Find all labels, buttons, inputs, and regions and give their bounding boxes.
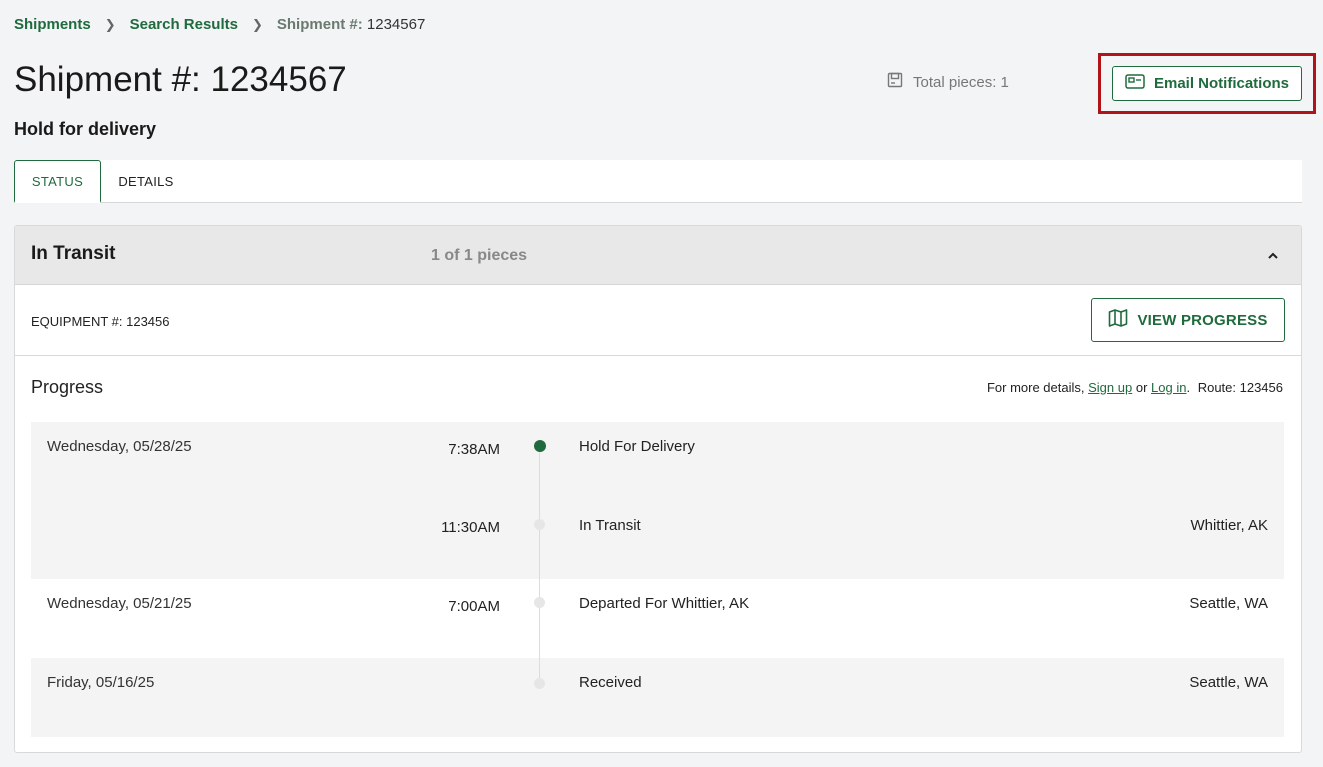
breadcrumb-current: Shipment #: 1234567 xyxy=(277,16,425,33)
piece-status-card: In Transit 1 of 1 pieces EQUIPMENT #: 12… xyxy=(14,225,1302,753)
timeline-dot xyxy=(534,519,545,530)
breadcrumb-search-results[interactable]: Search Results xyxy=(130,16,238,33)
chevron-right-icon: ❯ xyxy=(251,16,263,32)
total-pieces: Total pieces: 1 xyxy=(887,72,1009,92)
breadcrumb-shipments[interactable]: Shipments xyxy=(14,16,91,33)
timeline-location: Seattle, WA xyxy=(1189,595,1268,612)
map-icon xyxy=(1108,309,1128,331)
timeline-date: Wednesday, 05/21/25 xyxy=(47,595,192,612)
equipment-number: EQUIPMENT #: 123456 xyxy=(31,314,170,329)
timeline-dot xyxy=(534,678,545,689)
shipment-page: Shipments ❯ Search Results ❯ Shipment #:… xyxy=(0,0,1323,767)
timeline-date: Friday, 05/16/25 xyxy=(47,674,155,691)
tab-details[interactable]: DETAILS xyxy=(101,160,191,203)
tab-bar: STATUS DETAILS xyxy=(14,160,1302,203)
breadcrumb-current-number: 1234567 xyxy=(366,16,426,33)
progress-heading: Progress xyxy=(31,377,104,397)
shipment-status-subtitle: Hold for delivery xyxy=(14,119,157,139)
timeline-day-group xyxy=(31,658,1284,737)
page-title: Shipment #: 1234567 xyxy=(14,60,347,99)
breadcrumb: Shipments ❯ Search Results ❯ Shipment #:… xyxy=(14,16,425,33)
route-number: Route: 123456 xyxy=(1197,380,1283,395)
timeline-location: Whittier, AK xyxy=(1190,517,1268,534)
mail-icon xyxy=(1125,74,1145,93)
chevron-up-icon[interactable] xyxy=(1263,246,1283,266)
timeline-time: 7:38AM xyxy=(448,441,500,458)
view-progress-button[interactable]: VIEW PROGRESS xyxy=(1091,298,1285,342)
info-or: or xyxy=(1135,380,1148,395)
chevron-right-icon: ❯ xyxy=(104,16,116,32)
timeline-dot xyxy=(534,597,545,608)
progress-timeline: Wednesday, 05/28/25 7:38AM Hold For Deli… xyxy=(31,422,1284,737)
breadcrumb-current-label: Shipment #: xyxy=(276,16,363,33)
timeline-dot-active xyxy=(534,440,546,452)
timeline-time: 7:00AM xyxy=(448,598,500,615)
timeline-event: Received xyxy=(579,674,642,691)
info-prefix: For more details, xyxy=(986,380,1085,395)
email-notifications-label: Email Notifications xyxy=(1153,75,1290,92)
timeline-event: Hold For Delivery xyxy=(579,438,695,455)
timeline-line xyxy=(539,446,540,686)
box-icon xyxy=(887,72,903,92)
card-pieces-count: 1 of 1 pieces xyxy=(431,247,528,264)
card-header[interactable]: In Transit 1 of 1 pieces xyxy=(15,226,1301,285)
email-notifications-button[interactable]: Email Notifications xyxy=(1112,66,1302,101)
timeline-time: 11:30AM xyxy=(441,519,500,536)
card-title: In Transit xyxy=(31,243,116,264)
equipment-row: EQUIPMENT #: 123456 VIEW PROGRESS xyxy=(15,285,1301,356)
progress-info: For more details, Sign up or Log in. Rou… xyxy=(986,380,1283,395)
total-pieces-text: Total pieces: 1 xyxy=(913,73,1009,91)
timeline-event: In Transit xyxy=(579,517,641,534)
log-in-link[interactable]: Log in xyxy=(1151,380,1186,395)
timeline-day-group xyxy=(31,579,1284,658)
timeline-location: Seattle, WA xyxy=(1189,674,1268,691)
timeline-date: Wednesday, 05/28/25 xyxy=(47,438,192,455)
view-progress-label: VIEW PROGRESS xyxy=(1137,311,1268,329)
tab-status[interactable]: STATUS xyxy=(14,160,101,203)
sign-up-link[interactable]: Sign up xyxy=(1088,380,1132,395)
timeline-event: Departed For Whittier, AK xyxy=(579,595,750,612)
